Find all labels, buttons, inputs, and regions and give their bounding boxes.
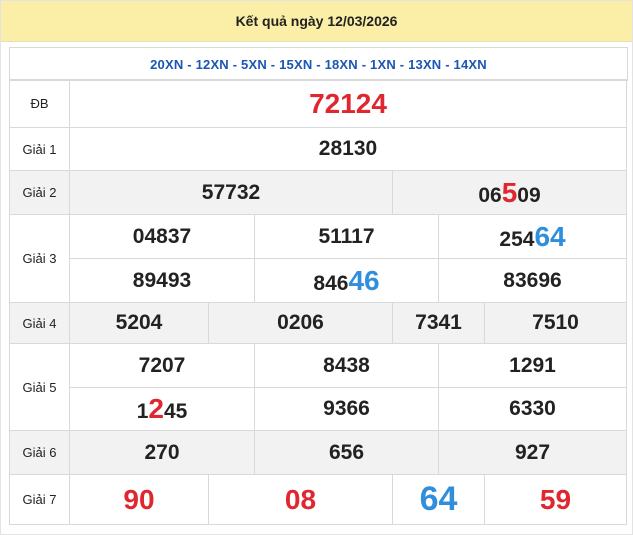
prize-row-db: ĐB 72124: [9, 79, 627, 128]
result-cell: 06509: [392, 170, 627, 215]
result-cell: 5204: [69, 302, 209, 344]
prize-label: ĐB: [9, 79, 70, 128]
prize-number: 7207: [138, 353, 186, 377]
prize-label: Giải 2: [9, 170, 70, 215]
result-cell: 7510: [484, 302, 627, 344]
digits: 06: [478, 183, 502, 207]
result-cell: 83696: [438, 258, 627, 303]
highlighted-digits: 46: [348, 264, 380, 296]
result-cell: 51117: [254, 214, 439, 259]
prize-number: 08: [284, 483, 317, 515]
result-cell: 64: [392, 474, 485, 525]
result-cell: 927: [438, 430, 627, 475]
result-cell: 84646: [254, 258, 439, 303]
prize-label: Giải 4: [9, 302, 70, 344]
result-cell: 59: [484, 474, 627, 525]
page-title: Kết quả ngày 12/03/2026: [1, 1, 632, 42]
result-cell: 1245: [69, 387, 255, 431]
digits: 1: [136, 400, 149, 423]
prize-number: 1291: [509, 353, 556, 377]
prize-row-g5-2: 1245 9366 6330: [10, 387, 627, 431]
result-cell: 90: [69, 474, 209, 525]
result-cell: 7341: [392, 302, 485, 344]
prize-number: 1245: [136, 393, 188, 424]
prize-number: 7510: [532, 311, 579, 334]
result-cell: 8438: [254, 343, 439, 388]
prize-row-g3: Giải 3 04837 51117 25464: [9, 214, 627, 303]
prize-number: 83696: [503, 268, 562, 292]
result-cell: 9366: [254, 387, 439, 431]
result-cell: 57732: [69, 170, 393, 215]
prize-number: 89493: [132, 268, 192, 292]
prize-number: 8438: [323, 353, 370, 377]
prize-number: 6330: [509, 397, 556, 420]
prize-number: 7341: [415, 311, 462, 334]
results-table: ĐB 72124 Giải 1 28130 Giải 2 57732 06509…: [9, 79, 627, 525]
prize-label: Giải 6: [9, 430, 70, 475]
digits: 45: [163, 400, 188, 423]
result-cell: 7207: [69, 343, 255, 388]
result-cell: 89493: [69, 258, 255, 303]
prize-number: 06509: [478, 177, 541, 208]
result-cell: 28130: [69, 127, 627, 171]
prize-row-g1: Giải 1 28130: [9, 127, 627, 171]
prize-number: 0206: [277, 311, 324, 334]
digits: 254: [499, 227, 535, 251]
prize-number: 28130: [318, 137, 378, 160]
prize-number: 64: [419, 480, 458, 518]
prize-number: 90: [123, 483, 155, 515]
prize-label: Giải 1: [9, 127, 70, 171]
prize-row-g6: Giải 6 270 656 927: [9, 430, 627, 475]
prize-number: 04837: [132, 224, 192, 248]
prize-number: 51117: [318, 224, 375, 248]
prize-number: 656: [328, 440, 365, 464]
draw-codes: 20XN - 12XN - 5XN - 15XN - 18XN - 1XN - …: [9, 47, 628, 81]
result-cell: 270: [69, 430, 255, 475]
prize-number: 84646: [313, 265, 379, 296]
prize-row-g5: Giải 5 7207 8438 1291: [9, 343, 627, 431]
prize-number: 270: [144, 440, 180, 464]
prize-number: 59: [539, 483, 572, 515]
result-cell: 04837: [69, 214, 255, 259]
highlighted-digits: 2: [148, 393, 164, 424]
prize-number: 25464: [499, 221, 565, 252]
prize-label: Giải 5: [9, 343, 70, 431]
special-prize-number: 72124: [309, 87, 387, 119]
prize-row-g3-2: 89493 84646 83696: [10, 258, 627, 303]
prize-label: Giải 7: [9, 474, 70, 525]
prize-row-g2: Giải 2 57732 06509: [9, 170, 627, 215]
prize-label: Giải 3: [9, 214, 70, 303]
digits: 846: [313, 271, 349, 295]
highlighted-digits: 5: [501, 176, 518, 208]
prize-number: 5204: [115, 311, 163, 334]
prize-row-g7: Giải 7 90 08 64 59: [9, 474, 627, 525]
prize-number: 57732: [201, 180, 261, 204]
result-cell: 25464: [438, 214, 627, 259]
result-cell: 72124: [69, 79, 627, 128]
result-cell: 0206: [208, 302, 393, 344]
result-cell: 656: [254, 430, 439, 475]
prize-row-g4: Giải 4 5204 0206 7341 7510: [9, 302, 627, 344]
result-cell: 6330: [438, 387, 627, 431]
results-card: Kết quả ngày 12/03/2026 20XN - 12XN - 5X…: [0, 0, 633, 535]
highlighted-digits: 64: [534, 220, 566, 252]
result-cell: 08: [208, 474, 393, 525]
result-cell: 1291: [438, 343, 627, 388]
digits: 09: [517, 183, 541, 207]
prize-number: 9366: [323, 397, 370, 420]
prize-number: 927: [514, 440, 551, 464]
